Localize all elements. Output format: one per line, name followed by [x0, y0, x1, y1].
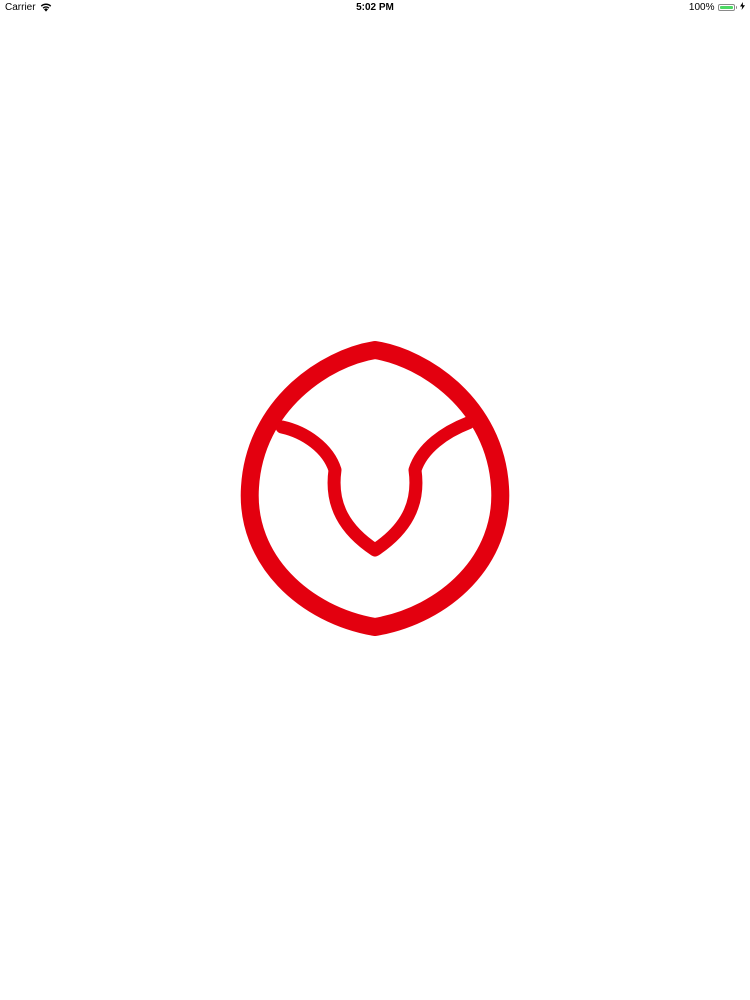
splash-screen: Carrier 5:02 PM 100% [0, 0, 750, 1000]
red-shield-circle-logo-icon [240, 341, 510, 636]
status-bar: Carrier 5:02 PM 100% [0, 0, 750, 16]
clock: 5:02 PM [356, 2, 394, 13]
battery-percent: 100% [688, 2, 715, 13]
battery-level-fill [719, 6, 733, 9]
status-bar-right: 100% [689, 2, 745, 13]
charging-bolt-icon [740, 2, 745, 13]
battery-icon [717, 4, 737, 11]
